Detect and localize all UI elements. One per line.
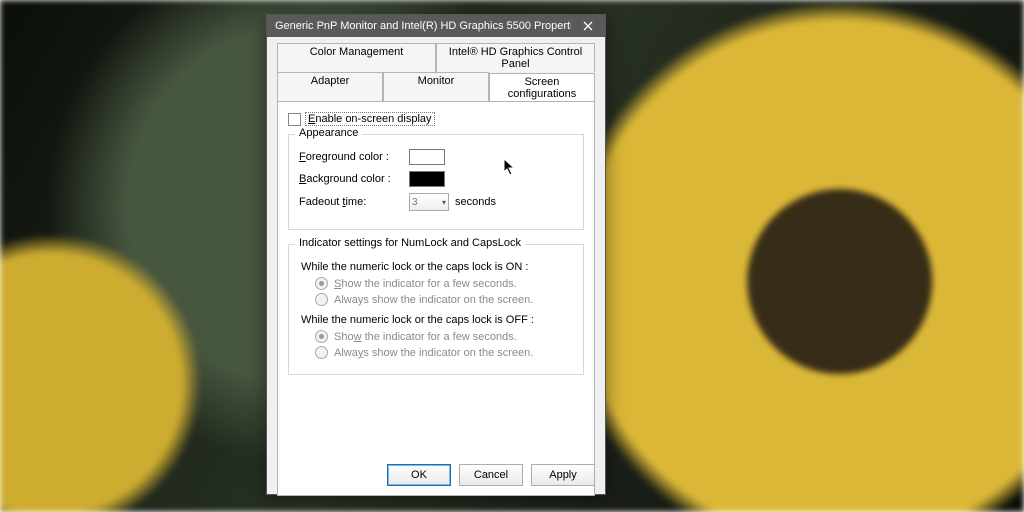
ok-button[interactable]: OK	[387, 464, 451, 486]
off-option-always-label: Always show the indicator on the screen.	[334, 347, 533, 359]
on-option-few-label: Show the indicator for a few seconds.	[334, 278, 517, 290]
close-icon	[583, 21, 593, 31]
tab-adapter[interactable]: Adapter	[277, 72, 383, 101]
off-heading: While the numeric lock or the caps lock …	[301, 314, 573, 326]
indicator-group: Indicator settings for NumLock and CapsL…	[288, 244, 584, 375]
window-title: Generic PnP Monitor and Intel(R) HD Grap…	[275, 20, 571, 32]
on-option-always[interactable]: Always show the indicator on the screen.	[315, 293, 573, 306]
fadeout-row: Fadeout time: 3 ▾ seconds	[299, 193, 573, 211]
tab-content: Enable on-screen display Appearance Fore…	[277, 101, 595, 496]
apply-button[interactable]: Apply	[531, 464, 595, 486]
background-row: Background color :	[299, 171, 573, 187]
chevron-down-icon: ▾	[442, 198, 446, 207]
fadeout-combo[interactable]: 3 ▾	[409, 193, 449, 211]
foreground-label: Foreground color :	[299, 151, 409, 163]
properties-dialog: Generic PnP Monitor and Intel(R) HD Grap…	[266, 14, 606, 495]
appearance-legend: Appearance	[295, 127, 362, 139]
off-option-always[interactable]: Always show the indicator on the screen.	[315, 346, 573, 359]
on-heading: While the numeric lock or the caps lock …	[301, 261, 573, 273]
background-label: Background color :	[299, 173, 409, 185]
enable-osd-label: Enable on-screen display	[305, 112, 435, 126]
tab-intel-control-panel[interactable]: Intel® HD Graphics Control Panel	[436, 43, 595, 72]
dialog-buttons: OK Cancel Apply	[387, 464, 595, 486]
foreground-row: Foreground color :	[299, 149, 573, 165]
enable-osd-checkbox[interactable]	[288, 113, 301, 126]
titlebar[interactable]: Generic PnP Monitor and Intel(R) HD Grap…	[267, 15, 605, 37]
tab-color-management[interactable]: Color Management	[277, 43, 436, 72]
cancel-button[interactable]: Cancel	[459, 464, 523, 486]
background-color-swatch[interactable]	[409, 171, 445, 187]
close-button[interactable]	[571, 15, 605, 37]
tab-monitor[interactable]: Monitor	[383, 72, 489, 101]
radio-icon	[315, 330, 328, 343]
tab-screen-configurations[interactable]: Screen configurations	[489, 73, 595, 102]
radio-icon	[315, 277, 328, 290]
radio-icon	[315, 346, 328, 359]
fadeout-value: 3	[412, 197, 418, 208]
foreground-color-swatch[interactable]	[409, 149, 445, 165]
off-option-few[interactable]: Show the indicator for a few seconds.	[315, 330, 573, 343]
enable-osd-row: Enable on-screen display	[288, 112, 584, 126]
indicator-legend: Indicator settings for NumLock and CapsL…	[295, 237, 525, 249]
fadeout-label: Fadeout time:	[299, 196, 409, 208]
appearance-group: Appearance Foreground color : Background…	[288, 134, 584, 230]
tab-strip: Color Management Intel® HD Graphics Cont…	[277, 43, 595, 496]
off-option-few-label: Show the indicator for a few seconds.	[334, 331, 517, 343]
radio-icon	[315, 293, 328, 306]
fadeout-unit: seconds	[455, 196, 496, 208]
on-option-always-label: Always show the indicator on the screen.	[334, 294, 533, 306]
on-option-few[interactable]: Show the indicator for a few seconds.	[315, 277, 573, 290]
